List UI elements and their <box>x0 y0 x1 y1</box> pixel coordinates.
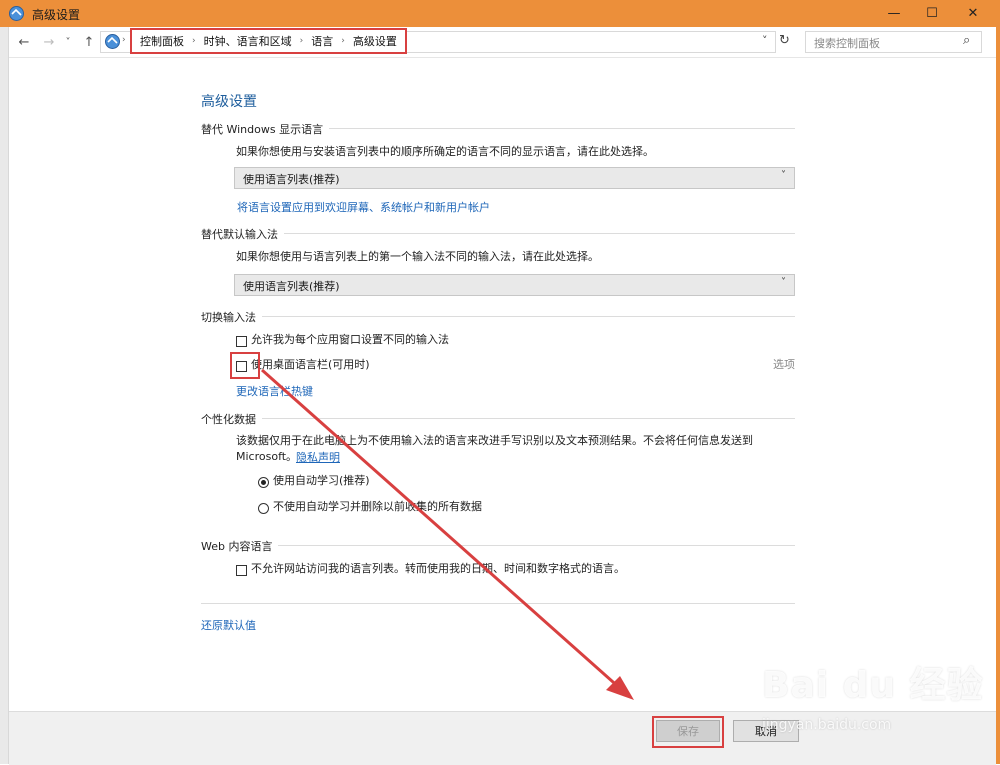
annotation-arrow <box>261 368 634 700</box>
baidu-watermark-url: jingyan.baidu.com <box>762 717 892 733</box>
baidu-watermark-logo: Bai du 经验 <box>762 665 984 706</box>
